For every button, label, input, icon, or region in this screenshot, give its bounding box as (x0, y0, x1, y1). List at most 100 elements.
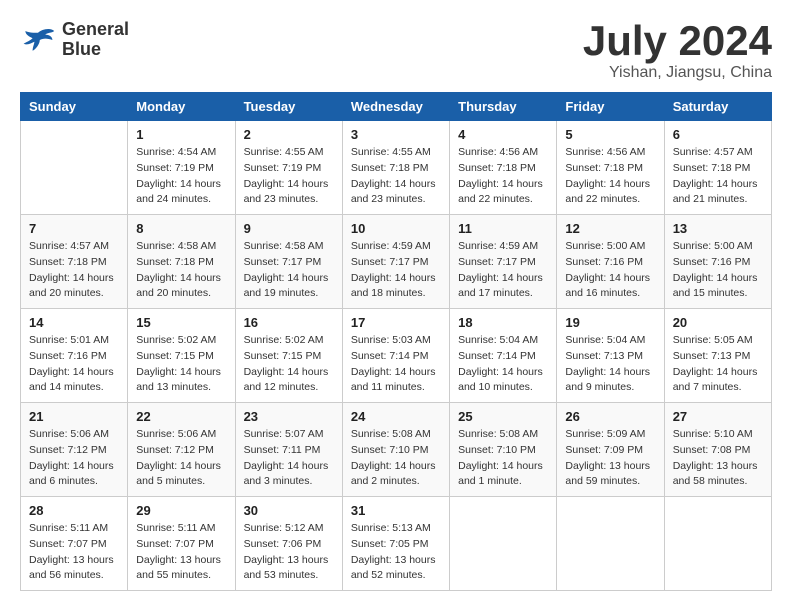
calendar-cell (664, 497, 771, 591)
day-info: Sunrise: 5:02 AMSunset: 7:15 PMDaylight:… (244, 333, 334, 396)
day-number: 2 (244, 127, 334, 142)
day-info: Sunrise: 4:56 AMSunset: 7:18 PMDaylight:… (458, 145, 548, 208)
calendar-cell: 24 Sunrise: 5:08 AMSunset: 7:10 PMDayligh… (342, 403, 449, 497)
day-info: Sunrise: 5:11 AMSunset: 7:07 PMDaylight:… (136, 521, 226, 584)
day-number: 26 (565, 409, 655, 424)
day-number: 21 (29, 409, 119, 424)
calendar-cell: 8 Sunrise: 4:58 AMSunset: 7:18 PMDaylight… (128, 215, 235, 309)
day-number: 30 (244, 503, 334, 518)
day-of-week-header: Monday (128, 93, 235, 121)
calendar-cell: 12 Sunrise: 5:00 AMSunset: 7:16 PMDayligh… (557, 215, 664, 309)
day-info: Sunrise: 4:54 AMSunset: 7:19 PMDaylight:… (136, 145, 226, 208)
day-number: 24 (351, 409, 441, 424)
logo: General Blue (20, 20, 129, 60)
calendar-cell: 23 Sunrise: 5:07 AMSunset: 7:11 PMDayligh… (235, 403, 342, 497)
logo-icon (20, 25, 56, 55)
calendar-cell: 28 Sunrise: 5:11 AMSunset: 7:07 PMDayligh… (21, 497, 128, 591)
day-number: 31 (351, 503, 441, 518)
day-info: Sunrise: 4:58 AMSunset: 7:18 PMDaylight:… (136, 239, 226, 302)
day-number: 15 (136, 315, 226, 330)
calendar-cell (21, 121, 128, 215)
day-number: 13 (673, 221, 763, 236)
day-info: Sunrise: 5:06 AMSunset: 7:12 PMDaylight:… (136, 427, 226, 490)
calendar-cell: 3 Sunrise: 4:55 AMSunset: 7:18 PMDaylight… (342, 121, 449, 215)
day-info: Sunrise: 5:08 AMSunset: 7:10 PMDaylight:… (458, 427, 548, 490)
day-info: Sunrise: 5:00 AMSunset: 7:16 PMDaylight:… (673, 239, 763, 302)
calendar-cell: 15 Sunrise: 5:02 AMSunset: 7:15 PMDayligh… (128, 309, 235, 403)
day-of-week-header: Wednesday (342, 93, 449, 121)
day-of-week-header: Saturday (664, 93, 771, 121)
day-info: Sunrise: 4:58 AMSunset: 7:17 PMDaylight:… (244, 239, 334, 302)
calendar-cell: 22Sunrise: 5:06 AMSunset: 7:12 PMDayligh… (128, 403, 235, 497)
day-info: Sunrise: 5:11 AMSunset: 7:07 PMDaylight:… (29, 521, 119, 584)
calendar-cell: 13 Sunrise: 5:00 AMSunset: 7:16 PMDayligh… (664, 215, 771, 309)
day-info: Sunrise: 5:04 AMSunset: 7:13 PMDaylight:… (565, 333, 655, 396)
calendar-cell: 30 Sunrise: 5:12 AMSunset: 7:06 PMDayligh… (235, 497, 342, 591)
calendar-cell: 16 Sunrise: 5:02 AMSunset: 7:15 PMDayligh… (235, 309, 342, 403)
calendar-cell: 10Sunrise: 4:59 AMSunset: 7:17 PMDayligh… (342, 215, 449, 309)
day-number: 16 (244, 315, 334, 330)
day-info: Sunrise: 5:02 AMSunset: 7:15 PMDaylight:… (136, 333, 226, 396)
calendar-table: SundayMondayTuesdayWednesdayThursdayFrid… (20, 92, 772, 591)
day-number: 1 (136, 127, 226, 142)
day-info: Sunrise: 4:55 AMSunset: 7:19 PMDaylight:… (244, 145, 334, 208)
day-number: 11 (458, 221, 548, 236)
day-info: Sunrise: 5:13 AMSunset: 7:05 PMDaylight:… (351, 521, 441, 584)
day-info: Sunrise: 5:08 AMSunset: 7:10 PMDaylight:… (351, 427, 441, 490)
day-number: 19 (565, 315, 655, 330)
calendar-cell: 6 Sunrise: 4:57 AMSunset: 7:18 PMDaylight… (664, 121, 771, 215)
day-number: 4 (458, 127, 548, 142)
logo-line2: Blue (62, 40, 129, 60)
calendar-cell: 19 Sunrise: 5:04 AMSunset: 7:13 PMDayligh… (557, 309, 664, 403)
calendar-cell: 20 Sunrise: 5:05 AMSunset: 7:13 PMDayligh… (664, 309, 771, 403)
day-number: 28 (29, 503, 119, 518)
month-title: July 2024 (583, 20, 772, 62)
day-info: Sunrise: 5:09 AMSunset: 7:09 PMDaylight:… (565, 427, 655, 490)
day-info: Sunrise: 5:06 AMSunset: 7:12 PMDaylight:… (29, 427, 119, 490)
calendar-cell: 25 Sunrise: 5:08 AMSunset: 7:10 PMDayligh… (450, 403, 557, 497)
day-info: Sunrise: 5:07 AMSunset: 7:11 PMDaylight:… (244, 427, 334, 490)
day-number: 8 (136, 221, 226, 236)
calendar-cell: 14 Sunrise: 5:01 AMSunset: 7:16 PMDayligh… (21, 309, 128, 403)
calendar-cell: 21 Sunrise: 5:06 AMSunset: 7:12 PMDayligh… (21, 403, 128, 497)
day-number: 14 (29, 315, 119, 330)
calendar-cell: 9Sunrise: 4:58 AMSunset: 7:17 PMDaylight… (235, 215, 342, 309)
calendar-cell (450, 497, 557, 591)
day-number: 12 (565, 221, 655, 236)
page-header: General Blue July 2024 Yishan, Jiangsu, … (20, 20, 772, 82)
day-number: 18 (458, 315, 548, 330)
day-number: 6 (673, 127, 763, 142)
day-of-week-header: Thursday (450, 93, 557, 121)
day-info: Sunrise: 5:05 AMSunset: 7:13 PMDaylight:… (673, 333, 763, 396)
day-number: 25 (458, 409, 548, 424)
day-info: Sunrise: 4:59 AMSunset: 7:17 PMDaylight:… (351, 239, 441, 302)
calendar-cell: 29 Sunrise: 5:11 AMSunset: 7:07 PMDayligh… (128, 497, 235, 591)
title-block: July 2024 Yishan, Jiangsu, China (583, 20, 772, 82)
day-info: Sunrise: 4:55 AMSunset: 7:18 PMDaylight:… (351, 145, 441, 208)
day-number: 29 (136, 503, 226, 518)
day-number: 17 (351, 315, 441, 330)
calendar-cell: 11 Sunrise: 4:59 AMSunset: 7:17 PMDayligh… (450, 215, 557, 309)
day-number: 27 (673, 409, 763, 424)
day-info: Sunrise: 4:59 AMSunset: 7:17 PMDaylight:… (458, 239, 548, 302)
calendar-cell: 27Sunrise: 5:10 AMSunset: 7:08 PMDayligh… (664, 403, 771, 497)
day-number: 7 (29, 221, 119, 236)
day-number: 3 (351, 127, 441, 142)
day-info: Sunrise: 5:12 AMSunset: 7:06 PMDaylight:… (244, 521, 334, 584)
calendar-cell: 5Sunrise: 4:56 AMSunset: 7:18 PMDaylight… (557, 121, 664, 215)
day-number: 23 (244, 409, 334, 424)
location: Yishan, Jiangsu, China (583, 64, 772, 82)
day-number: 20 (673, 315, 763, 330)
calendar-cell: 7 Sunrise: 4:57 AMSunset: 7:18 PMDaylight… (21, 215, 128, 309)
day-info: Sunrise: 5:04 AMSunset: 7:14 PMDaylight:… (458, 333, 548, 396)
day-info: Sunrise: 4:57 AMSunset: 7:18 PMDaylight:… (673, 145, 763, 208)
calendar-cell: 2 Sunrise: 4:55 AMSunset: 7:19 PMDaylight… (235, 121, 342, 215)
calendar-cell: 18 Sunrise: 5:04 AMSunset: 7:14 PMDayligh… (450, 309, 557, 403)
day-info: Sunrise: 4:56 AMSunset: 7:18 PMDaylight:… (565, 145, 655, 208)
calendar-cell: 26 Sunrise: 5:09 AMSunset: 7:09 PMDayligh… (557, 403, 664, 497)
day-info: Sunrise: 5:01 AMSunset: 7:16 PMDaylight:… (29, 333, 119, 396)
day-info: Sunrise: 5:00 AMSunset: 7:16 PMDaylight:… (565, 239, 655, 302)
calendar-cell (557, 497, 664, 591)
calendar-cell: 4 Sunrise: 4:56 AMSunset: 7:18 PMDaylight… (450, 121, 557, 215)
day-info: Sunrise: 4:57 AMSunset: 7:18 PMDaylight:… (29, 239, 119, 302)
